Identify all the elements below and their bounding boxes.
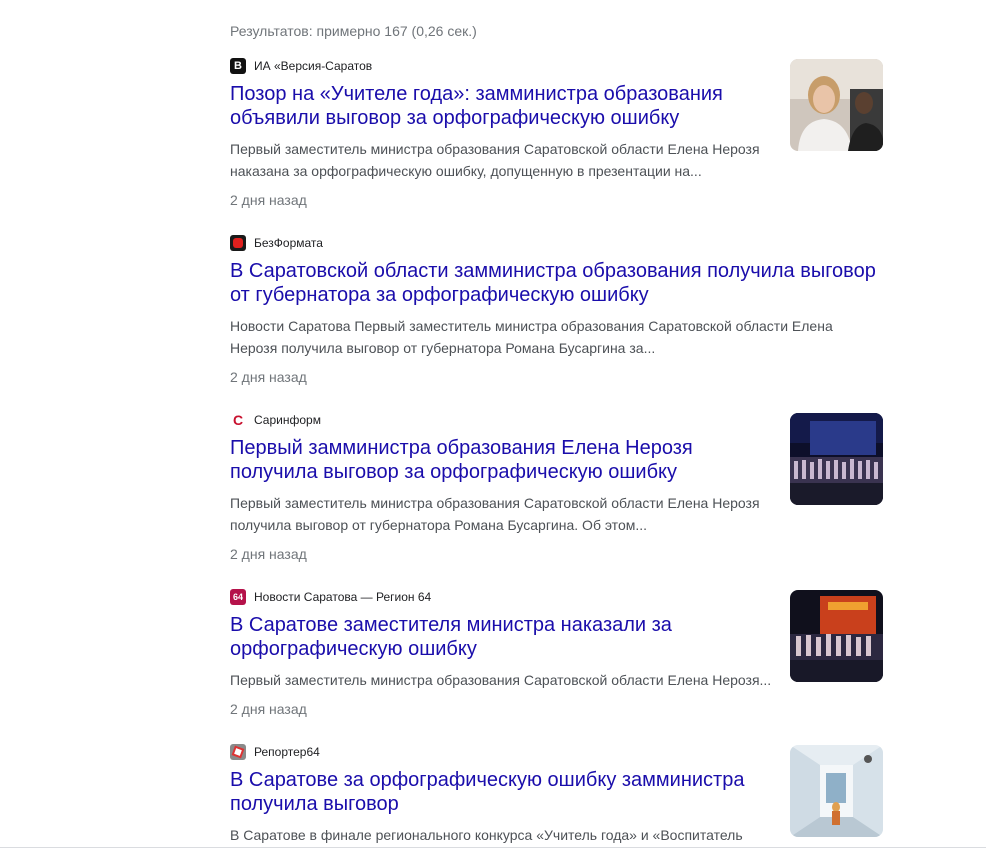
search-result: 64 Новости Саратова — Регион 64 В Сарато… xyxy=(230,589,790,719)
search-result: БезФормата В Саратовской области заммини… xyxy=(230,235,890,387)
snippet-line: В Саратове в финале регионального конкур… xyxy=(230,827,743,843)
source-name: Саринформ xyxy=(254,413,321,427)
result-snippet: Первый заместитель министра образования … xyxy=(230,138,790,182)
title-line: В Саратовской области замминистра образо… xyxy=(230,260,876,282)
title-line: В Саратове за орфографическую ошибку зам… xyxy=(230,769,745,791)
sarinform-favicon-icon: С xyxy=(230,412,246,428)
title-line: объявили выговор за орфографическую ошиб… xyxy=(230,107,680,129)
snippet-line: наказана за орфографическую ошибку, допу… xyxy=(230,163,702,179)
snippet-line: Первый заместитель министра образования … xyxy=(230,672,772,688)
result-source[interactable]: В ИА «Версия-Саратов xyxy=(230,58,790,74)
source-name: ИА «Версия-Саратов xyxy=(254,59,373,73)
result-title-link[interactable]: Позор на «Учителе года»: замминистра обр… xyxy=(230,82,790,130)
source-name: Репортер64 xyxy=(254,745,320,759)
result-snippet: В Саратове в финале регионального конкур… xyxy=(230,824,790,846)
result-time: 2 дня назад xyxy=(230,701,307,717)
search-result: В ИА «Версия-Саратов Позор на «Учителе г… xyxy=(230,58,790,210)
title-line: В Саратове заместителя министра наказали… xyxy=(230,614,672,636)
snippet-line: Новости Саратова Первый заместитель мини… xyxy=(230,318,833,334)
source-name: Новости Саратова — Регион 64 xyxy=(254,590,432,604)
result-thumbnail[interactable] xyxy=(790,59,883,151)
versia-favicon-icon: В xyxy=(230,58,246,74)
search-result: С Саринформ Первый замминистра образован… xyxy=(230,412,790,564)
title-line: получила выговор за орфографическую ошиб… xyxy=(230,461,677,483)
result-source[interactable]: С Саринформ xyxy=(230,412,790,428)
snippet-line: Нерозя получила выговор от губернатора Р… xyxy=(230,340,656,356)
snippet-line: Первый заместитель министра образования … xyxy=(230,141,760,157)
title-line: Первый замминистра образования Елена Нер… xyxy=(230,437,693,459)
title-line: от губернатора за орфографическую ошибку xyxy=(230,284,649,306)
snippet-line: получила выговор от губернатора Романа Б… xyxy=(230,517,648,533)
result-source[interactable]: Репортер64 xyxy=(230,744,790,760)
source-name: БезФормата xyxy=(254,236,323,250)
result-title-link[interactable]: Первый замминистра образования Елена Нер… xyxy=(230,436,790,484)
result-snippet: Новости Саратова Первый заместитель мини… xyxy=(230,315,890,359)
result-title-link[interactable]: В Саратове заместителя министра наказали… xyxy=(230,613,790,661)
result-source[interactable]: БезФормата xyxy=(230,235,890,251)
reporter64-favicon-icon xyxy=(230,744,246,760)
result-snippet: Первый заместитель министра образования … xyxy=(230,669,778,691)
title-line: орфографическую ошибку xyxy=(230,638,477,660)
result-title-link[interactable]: В Саратове за орфографическую ошибку зам… xyxy=(230,768,790,816)
bezformata-favicon-icon xyxy=(230,235,246,251)
divider xyxy=(0,847,986,848)
result-time: 2 дня назад xyxy=(230,369,307,385)
result-time: 2 дня назад xyxy=(230,546,307,562)
result-thumbnail[interactable] xyxy=(790,745,883,837)
search-stats: Результатов: примерно 167 (0,26 сек.) xyxy=(230,23,477,39)
title-line: получила выговор xyxy=(230,793,399,815)
result-snippet: Первый заместитель министра образования … xyxy=(230,492,790,536)
result-source[interactable]: 64 Новости Саратова — Регион 64 xyxy=(230,589,790,605)
result-time: 2 дня назад xyxy=(230,192,307,208)
search-result: Репортер64 В Саратове за орфографическую… xyxy=(230,744,790,846)
region64-favicon-icon: 64 xyxy=(230,589,246,605)
result-thumbnail[interactable] xyxy=(790,413,883,505)
title-line: Позор на «Учителе года»: замминистра обр… xyxy=(230,83,723,105)
result-thumbnail[interactable] xyxy=(790,590,883,682)
snippet-line: Первый заместитель министра образования … xyxy=(230,495,760,511)
result-title-link[interactable]: В Саратовской области замминистра образо… xyxy=(230,259,890,307)
